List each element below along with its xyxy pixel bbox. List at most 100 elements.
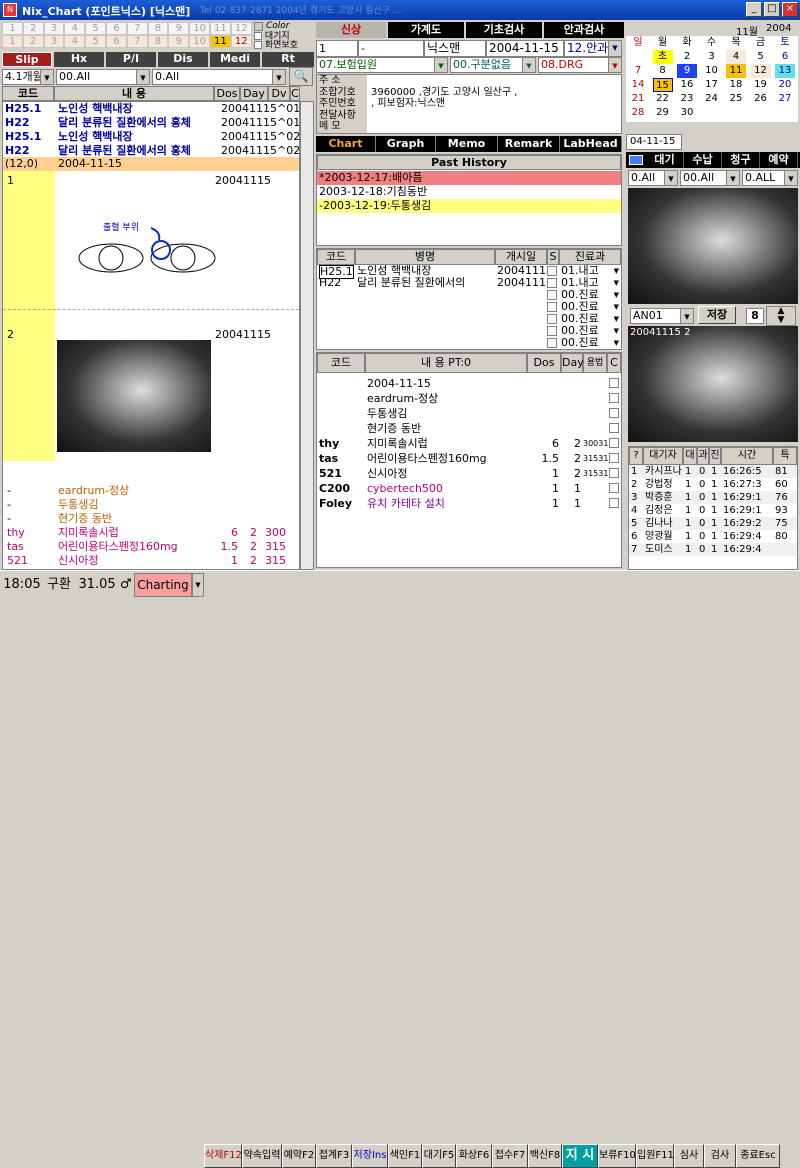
minimize-button[interactable]: _ — [746, 2, 762, 17]
rx-row[interactable]: Foley 유치 카테타 설치 1 1 — [317, 497, 621, 510]
color-number-cell[interactable]: 7 — [126, 22, 148, 35]
calendar-day[interactable]: 28 — [628, 106, 648, 120]
status-tab[interactable]: 예약 — [760, 152, 798, 168]
patient-name[interactable]: 닉스맨 — [424, 40, 486, 57]
history-item[interactable]: *2003-12-17:배아픔 — [317, 171, 621, 185]
drg-select[interactable]: 08.DRG ▼ — [538, 57, 622, 73]
calendar-day[interactable]: 20 — [775, 78, 795, 92]
calendar-day[interactable]: 15 — [652, 78, 673, 92]
patient-number[interactable]: 1 — [316, 40, 358, 57]
color-number-cell[interactable]: 6 — [106, 22, 127, 35]
history-item[interactable]: -2003-12-19:두통생김 — [317, 199, 621, 213]
visit-date[interactable]: 2004-11-15 — [486, 40, 564, 57]
calendar-day[interactable]: 2 — [677, 50, 697, 64]
calendar-day[interactable]: 9 — [677, 64, 697, 78]
note-row[interactable]: - 현기증 동반 — [3, 512, 299, 525]
screensaver-checkbox[interactable]: 화면보호 — [254, 41, 298, 51]
waiting-row[interactable]: 7 도미스 1 0 1 16:29:4 — [629, 543, 797, 556]
action-button[interactable]: 접계F3 — [316, 1144, 352, 1168]
action-button[interactable]: 색인F1 — [388, 1144, 422, 1168]
color-number-cell[interactable]: 5 — [85, 35, 106, 48]
color-number-cell[interactable]: 2 — [22, 22, 44, 35]
calendar-day[interactable]: 24 — [702, 92, 722, 106]
calendar-day[interactable]: 5 — [751, 50, 771, 64]
category-select[interactable]: 00.구분없음 ▼ — [450, 57, 536, 73]
color-number-cell[interactable]: 1 — [2, 22, 23, 35]
calendar-day[interactable]: 3 — [702, 50, 722, 64]
calendar-day[interactable]: 19 — [751, 78, 771, 92]
rx-checkbox[interactable] — [609, 393, 619, 403]
calendar-day[interactable]: 16 — [677, 78, 697, 92]
action-button[interactable]: 약속입력 — [242, 1144, 282, 1168]
info-value[interactable]: 3960000 ,경기도 고양시 일산구 , — [371, 87, 517, 98]
med-row[interactable]: 521 신시아정 1 2 315 — [3, 554, 299, 567]
dx-status-checkbox[interactable] — [547, 314, 557, 324]
calendar-day[interactable]: 18 — [726, 78, 746, 92]
calendar-day[interactable]: 17 — [702, 78, 722, 92]
dx-row[interactable]: 00.진료 ▼ — [317, 337, 621, 349]
xray-preview-1[interactable] — [628, 188, 798, 304]
list-row[interactable]: H25.1 노인성 핵백내장 20041115^01 — [3, 102, 299, 115]
chart-tab-labhead[interactable]: LabHead — [560, 136, 622, 152]
color-number-cell[interactable]: 12 — [230, 35, 252, 48]
tab-rt[interactable]: Rt — [262, 52, 314, 67]
color-number-cell[interactable]: 10 — [189, 22, 210, 35]
insurance-type-select[interactable]: 07.보험입원 ▼ — [316, 57, 448, 73]
action-button[interactable]: 예약F2 — [282, 1144, 316, 1168]
calendar-day[interactable]: 27 — [775, 92, 795, 106]
med-row[interactable]: thy 지미록솔시럽 6 2 300 — [3, 526, 299, 539]
tab-dis[interactable]: Dis — [158, 52, 208, 67]
rx-row[interactable]: tas 어린이용타스펜정160mg 1.5 2 31531 — [317, 452, 621, 465]
xray-preview-2[interactable]: 20041115 2 — [628, 326, 798, 442]
color-number-cell[interactable]: 10 — [189, 35, 210, 48]
tab-basic-exam[interactable]: 기초검사 — [466, 22, 542, 38]
image-category-select[interactable]: AN01 ▼ — [630, 308, 694, 324]
charting-dropdown-icon[interactable]: ▼ — [192, 573, 204, 597]
status-tab[interactable]: 수납 — [684, 152, 722, 168]
action-button[interactable]: 삭제F12 — [204, 1144, 242, 1168]
color-number-cell[interactable]: 11 — [210, 22, 231, 35]
calendar[interactable]: 일 월 화 수 목 금 토 초 2 3 4 5 6 7 8 9 10 11 12 13 14 15 16 17 18 19 20 21… — [626, 36, 798, 122]
action-button[interactable]: 백신F8 — [528, 1144, 562, 1168]
action-button[interactable]: 입원F11 — [636, 1144, 674, 1168]
color-number-cell[interactable]: 6 — [106, 35, 127, 48]
chart-tab-graph[interactable]: Graph — [376, 136, 436, 152]
left-scrollbar[interactable] — [300, 101, 314, 570]
rx-checkbox[interactable] — [609, 483, 619, 493]
action-button[interactable]: 지 시 — [562, 1144, 598, 1168]
chart-tab-memo[interactable]: Memo — [436, 136, 498, 152]
section-header-row[interactable]: (12,0) 2004-11-15 — [3, 157, 299, 171]
chart-tab-chart[interactable]: Chart — [316, 136, 376, 152]
xray-image[interactable] — [57, 340, 211, 452]
color-number-cell[interactable]: 8 — [147, 22, 169, 35]
rx-row[interactable]: 현기증 동반 — [317, 422, 621, 435]
color-number-cell[interactable]: 9 — [168, 22, 190, 35]
color-number-cell[interactable]: 9 — [168, 35, 190, 48]
status-tab[interactable]: 대기 — [646, 152, 684, 168]
calendar-day[interactable]: 29 — [653, 106, 673, 120]
dx-status-checkbox[interactable] — [547, 338, 557, 348]
action-button[interactable]: 보류F10 — [598, 1144, 636, 1168]
calendar-day[interactable]: 30 — [677, 106, 697, 120]
type-filter[interactable]: 0.All ▼ — [152, 69, 286, 85]
calendar-day[interactable]: 4 — [726, 50, 746, 64]
calendar-day[interactable]: 26 — [751, 92, 771, 106]
charting-mode[interactable]: Charting — [134, 573, 192, 597]
period-filter[interactable]: 4.1개월 ▼ — [2, 69, 54, 85]
calendar-day[interactable]: 25 — [726, 92, 746, 106]
search-icon[interactable]: 🔍 — [289, 67, 313, 86]
color-number-cell[interactable]: 2 — [22, 35, 44, 48]
waiting-row[interactable]: 4 김정은 1 0 1 16:29:1 93 — [629, 504, 797, 517]
waiting-row[interactable]: 5 김나나 1 0 1 16:29:2 75 — [629, 517, 797, 530]
department-select[interactable]: 12.안과 ▼ — [564, 40, 622, 57]
action-button[interactable]: 검사 — [704, 1144, 736, 1168]
chart-tab-remark[interactable]: Remark — [498, 136, 560, 152]
action-button[interactable]: 화상F6 — [456, 1144, 492, 1168]
waiting-row[interactable]: 3 박증훈 1 0 1 16:29:1 76 — [629, 491, 797, 504]
action-button[interactable]: 종료Esc — [736, 1144, 780, 1168]
action-button[interactable]: 심사 — [674, 1144, 704, 1168]
tab-pi[interactable]: P/I — [106, 52, 156, 67]
color-number-cell[interactable]: 12 — [230, 22, 252, 35]
action-button[interactable]: 대기F5 — [422, 1144, 456, 1168]
rx-row[interactable]: 521 신시아정 1 2 31531 — [317, 467, 621, 480]
